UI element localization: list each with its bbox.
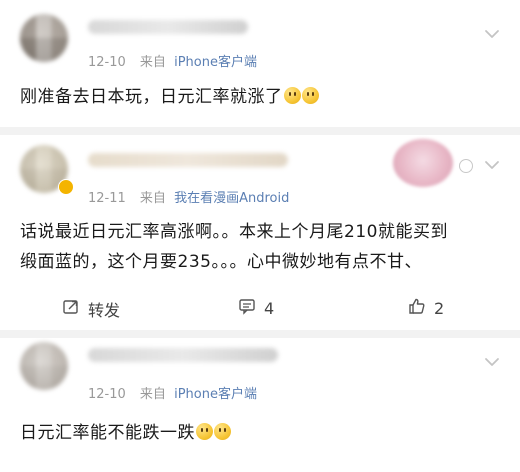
chevron-down-icon[interactable]: [482, 155, 502, 175]
action-bar: 转发 4 2: [0, 297, 520, 321]
section-divider: [0, 330, 520, 338]
thumbs-up-icon: [408, 297, 426, 319]
source-link[interactable]: iPhone客户端: [174, 387, 257, 402]
comment-meta: 12-11 来自 我在看漫画Android: [88, 187, 289, 206]
comment-item: 12-10 来自 iPhone客户端 日元汇率能不能跌一跌: [0, 338, 520, 472]
repost-icon: [62, 298, 80, 320]
repost-button[interactable]: 转发: [62, 297, 120, 321]
source-link[interactable]: 我在看漫画Android: [174, 191, 289, 206]
smile-emoji-icon: [214, 423, 231, 440]
comment-meta: 12-10 来自 iPhone客户端: [88, 51, 257, 70]
comment-icon: [238, 297, 256, 319]
avatar[interactable]: [20, 14, 68, 62]
chevron-down-icon[interactable]: [482, 24, 502, 44]
comment-date: 12-11: [88, 191, 126, 206]
comment-text: 日元汇率能不能跌一跌: [20, 418, 500, 448]
comment-item: 12-11 来自 我在看漫画Android 话说最近日元汇率高涨啊。。本来上个月…: [0, 135, 520, 330]
comment-date: 12-10: [88, 387, 126, 402]
comment-count: 4: [264, 298, 275, 318]
comment-button[interactable]: 4: [238, 297, 274, 319]
comment-text-body: 刚准备去日本玩，日元汇率就涨了: [20, 87, 283, 107]
comment-text-body: 日元汇率能不能跌一跌: [20, 423, 195, 443]
decoration-ring-icon: [459, 159, 473, 173]
comment-text-line: 缎面蓝的，这个月要235。。。心中微妙地有点不甘、: [20, 252, 422, 272]
comment-meta: 12-10 来自 iPhone客户端: [88, 383, 257, 402]
comment-text-line: 话说最近日元汇率高涨啊。。本来上个月尾210就能买到: [20, 222, 448, 242]
comment-item: 12-10 来自 iPhone客户端 刚准备去日本玩，日元汇率就涨了: [0, 0, 520, 122]
repost-label: 转发: [88, 301, 121, 320]
source-link[interactable]: iPhone客户端: [174, 55, 257, 70]
source-prefix: 来自: [139, 191, 166, 206]
comment-text: 刚准备去日本玩，日元汇率就涨了: [20, 82, 500, 112]
username-redacted: [88, 348, 278, 362]
smile-emoji-icon: [283, 87, 301, 104]
source-prefix: 来自: [139, 387, 166, 402]
smile-emoji-icon: [196, 423, 213, 440]
decoration-card-image: [393, 139, 453, 187]
source-prefix: 来自: [139, 55, 166, 70]
verified-badge-icon: [58, 179, 74, 195]
comment-text: 话说最近日元汇率高涨啊。。本来上个月尾210就能买到 缎面蓝的，这个月要235。…: [20, 217, 500, 277]
section-divider: [0, 127, 520, 135]
smile-emoji-icon: [301, 87, 319, 104]
comment-date: 12-10: [88, 55, 126, 70]
like-count: 2: [434, 298, 445, 318]
avatar[interactable]: [20, 342, 68, 390]
chevron-down-icon[interactable]: [482, 352, 502, 372]
like-button[interactable]: 2: [408, 297, 444, 319]
username-redacted: [88, 153, 288, 167]
username-redacted: [88, 20, 248, 34]
